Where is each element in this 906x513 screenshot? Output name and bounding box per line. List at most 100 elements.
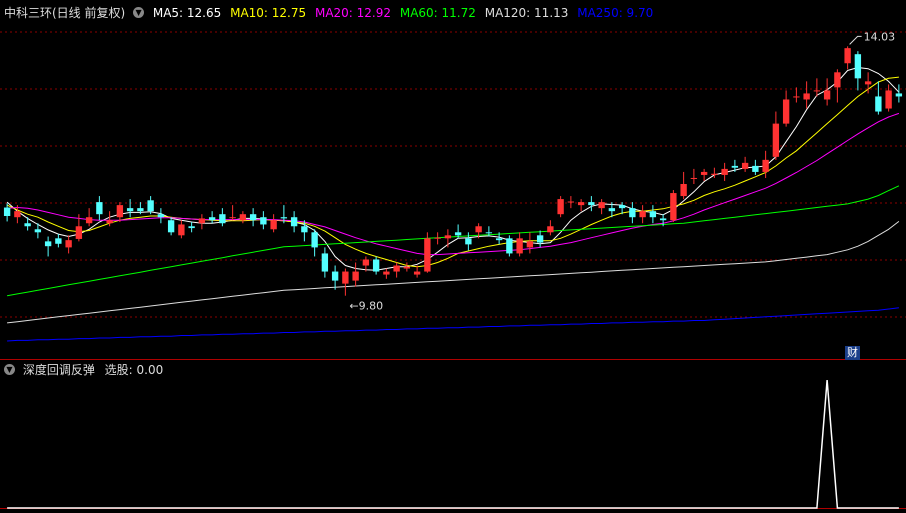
low-price-label: ←9.80 <box>349 300 383 313</box>
candle-body <box>413 271 421 275</box>
candle-body <box>516 238 523 254</box>
candle-body <box>65 240 72 248</box>
high-marker <box>849 35 862 45</box>
ma120-label: MA120: 11.13 <box>484 6 569 20</box>
candle-body <box>854 54 862 79</box>
candle-body <box>106 220 113 224</box>
candle-body <box>311 232 318 248</box>
candle-body <box>362 259 370 266</box>
candle-body <box>126 208 134 212</box>
candle-body <box>434 237 441 239</box>
ma250-label: MA250: 9.70 <box>577 6 654 20</box>
candle-body <box>249 214 257 221</box>
candle-body <box>741 162 749 169</box>
candle-body <box>608 208 616 212</box>
candle-body <box>885 90 892 109</box>
candle-body <box>3 207 11 216</box>
chevron-down-icon[interactable]: ▼ <box>4 364 15 375</box>
candle-body <box>342 271 349 284</box>
candle-body <box>157 214 165 218</box>
candle-body <box>875 96 882 112</box>
candle-body <box>55 238 62 244</box>
candle-body <box>475 226 482 233</box>
candle-body <box>598 202 605 209</box>
finance-badge[interactable]: 财 <box>845 346 860 360</box>
candle-body <box>167 220 175 233</box>
indicator-header: ▼ 深度回调反弹 选股: 0.00 <box>4 362 163 378</box>
indicator-value: 选股: 0.00 <box>104 363 164 377</box>
candle-body <box>659 218 667 221</box>
candle-body <box>393 265 400 272</box>
candle-body <box>495 238 503 241</box>
candle-body <box>485 232 493 234</box>
candle-body <box>680 184 687 197</box>
candle-body <box>864 81 872 85</box>
candle-body <box>629 208 636 218</box>
candle-body <box>96 202 103 215</box>
candle-body <box>44 241 52 247</box>
candle-body <box>352 271 359 281</box>
candle-body <box>577 202 585 206</box>
candle-body <box>270 220 277 230</box>
candle-body <box>280 217 288 219</box>
candle-body <box>383 271 390 275</box>
candle-body <box>526 241 534 248</box>
candle-body <box>116 205 124 218</box>
ma5-label: MA5: 12.65 <box>152 6 222 20</box>
candle-body <box>290 217 298 227</box>
candle-body <box>618 205 626 209</box>
candle-body <box>588 202 595 206</box>
chart-title: 中科三环(日线 前复权) <box>4 6 126 20</box>
candle-body <box>147 200 154 212</box>
candle-body <box>372 259 380 272</box>
candle-body <box>506 238 513 254</box>
signal-line <box>7 379 899 509</box>
ma10-label: MA10: 12.75 <box>230 6 307 20</box>
chevron-down-icon[interactable]: ▼ <box>133 7 145 18</box>
candle-body <box>331 271 339 281</box>
indicator-title: 深度回调反弹 <box>22 363 95 377</box>
candle-body <box>731 165 739 168</box>
candle-body <box>700 171 708 175</box>
candle-body <box>670 193 677 221</box>
candle-body <box>229 217 236 219</box>
ma-line-ma20 <box>7 112 900 256</box>
candle-body <box>14 211 21 218</box>
main-chart-header: 中科三环(日线 前复权) ▼ MA5: 12.65 MA10: 12.75 MA… <box>4 4 658 22</box>
candle-body <box>208 217 216 221</box>
candle-body <box>424 238 431 272</box>
candle-body <box>536 235 544 243</box>
candle-body <box>649 211 657 218</box>
high-price-label: 14.03 <box>864 30 896 43</box>
candle-body <box>219 214 226 224</box>
stock-chart-window: 14.03 ←9.80 中科三环(日线 前复权) ▼ MA5: 12.65 MA1… <box>0 0 906 513</box>
candle-body <box>75 226 83 239</box>
candle-body <box>690 177 698 179</box>
candle-body <box>321 253 329 272</box>
candle-body <box>762 159 769 172</box>
candle-body <box>34 229 42 233</box>
candle-body <box>301 226 308 233</box>
candle-body <box>803 93 810 100</box>
candle-body <box>711 173 718 175</box>
ma60-label: MA60: 11.72 <box>399 6 476 20</box>
candle-body <box>721 168 728 175</box>
candle-body <box>844 48 851 64</box>
candle-body <box>895 93 903 97</box>
candle-body <box>813 90 821 92</box>
candle-body <box>188 226 195 229</box>
candle-body <box>567 201 575 203</box>
candle-body <box>782 99 790 124</box>
candle-body <box>772 123 780 157</box>
candle-body <box>137 208 144 212</box>
candle-body <box>403 266 411 269</box>
candle-body <box>793 96 800 98</box>
candlestick-chart[interactable]: 14.03 ←9.80 <box>0 0 906 513</box>
candle-body <box>834 72 841 88</box>
candle-body <box>454 232 462 236</box>
candle-body <box>547 226 554 233</box>
ma-line-ma250 <box>7 307 899 342</box>
candle-body <box>178 224 185 236</box>
candle-body <box>557 199 564 215</box>
candle-body <box>823 90 831 100</box>
